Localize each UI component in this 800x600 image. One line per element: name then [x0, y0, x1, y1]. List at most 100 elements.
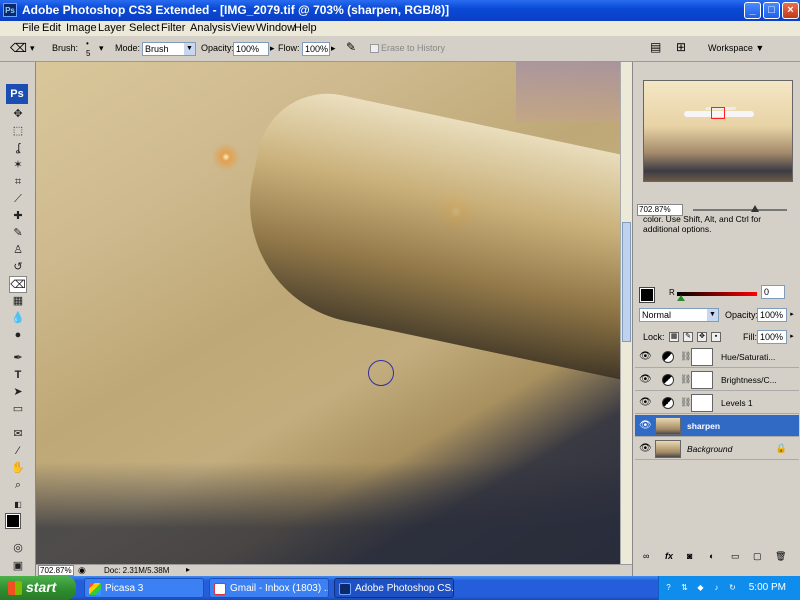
menu-file[interactable]: File	[22, 22, 40, 34]
red-slider-thumb[interactable]	[677, 295, 685, 301]
visibility-eye-icon[interactable]: 👁	[639, 397, 652, 408]
update-icon[interactable]: ↻	[727, 582, 738, 593]
layer-opacity-chevron-icon[interactable]: ▸	[788, 309, 796, 321]
menu-edit[interactable]: Edit	[42, 22, 61, 34]
shape-tool-icon[interactable]: ▭	[9, 401, 27, 418]
navigator-zoom-slider[interactable]	[693, 209, 787, 211]
marquee-tool-icon[interactable]: ⬚	[9, 123, 27, 140]
mask-icon[interactable]: ◙	[687, 551, 692, 561]
fill-chevron-icon[interactable]: ▸	[788, 331, 796, 343]
hand-tool-icon[interactable]: ✋	[9, 460, 27, 477]
adjustment-icon[interactable]: ◐	[709, 551, 714, 561]
volume-icon[interactable]: ♪	[711, 582, 722, 593]
lock-pixels-icon[interactable]: ✎	[683, 332, 693, 342]
photoshop-logo[interactable]: Ps	[6, 84, 28, 104]
dodge-tool-icon[interactable]: ●	[9, 327, 27, 344]
workspace-menu[interactable]: Workspace ▼	[708, 43, 764, 53]
start-button[interactable]: start	[0, 576, 76, 600]
layer-mask-thumbnail[interactable]	[691, 371, 713, 389]
task-gmail[interactable]: Gmail - Inbox (1803) ...	[209, 578, 329, 598]
layer-opacity-input[interactable]: 100%	[757, 308, 787, 322]
default-colors-icon[interactable]: ◧	[9, 496, 27, 513]
scrollbar-thumb[interactable]	[622, 222, 631, 342]
crop-tool-icon[interactable]: ⌗	[9, 174, 27, 191]
folder-icon[interactable]: ▭	[731, 551, 740, 562]
layer-row-sharpen[interactable]: 👁 sharpen	[635, 415, 799, 437]
brush-picker-chevron-icon[interactable]: ▾	[99, 43, 104, 54]
status-zoom-field[interactable]: 702.87%	[38, 565, 74, 576]
mode-select[interactable]: Brush ▼	[142, 42, 196, 56]
layer-row-levels[interactable]: 👁 ⛓ Levels 1	[635, 392, 799, 414]
layer-row-hue-saturation[interactable]: 👁 ⛓ Hue/Saturati...	[635, 346, 799, 368]
status-info-icon[interactable]: ◉	[78, 565, 86, 576]
navigator-preview[interactable]	[643, 80, 793, 182]
erase-history-checkbox[interactable]	[370, 44, 379, 53]
menu-window[interactable]: Window	[256, 22, 295, 34]
brush-tool-icon[interactable]: ✎	[9, 225, 27, 242]
blend-mode-select[interactable]: Normal ▼	[639, 308, 719, 322]
foreground-color-swatch[interactable]	[5, 513, 21, 529]
layer-row-background[interactable]: 👁 Background 🔒	[635, 438, 799, 460]
color-panel-foreground-swatch[interactable]	[639, 287, 655, 303]
bridge-icon[interactable]: ⊞	[676, 40, 686, 54]
chain-link-icon[interactable]: ⛓	[680, 397, 691, 408]
clone-stamp-tool-icon[interactable]: ♙	[9, 242, 27, 259]
magic-wand-tool-icon[interactable]: ✶	[9, 157, 27, 174]
red-channel-input[interactable]: 0	[761, 285, 785, 299]
help-icon[interactable]: ?	[663, 582, 674, 593]
vertical-scrollbar[interactable]	[620, 62, 632, 564]
maximize-button[interactable]: □	[763, 2, 780, 19]
fill-input[interactable]: 100%	[757, 330, 787, 344]
minimize-button[interactable]: _	[744, 2, 761, 19]
layer-mask-thumbnail[interactable]	[691, 348, 713, 366]
menu-layer[interactable]: Layer	[98, 22, 126, 34]
task-picasa[interactable]: Picasa 3	[84, 578, 204, 598]
link-icon[interactable]: ∞	[643, 551, 649, 561]
pen-tool-icon[interactable]: ✒	[9, 350, 27, 367]
visibility-eye-icon[interactable]: 👁	[639, 420, 652, 431]
lasso-tool-icon[interactable]: ʆ	[9, 140, 27, 157]
visibility-eye-icon[interactable]: 👁	[639, 351, 652, 362]
airbrush-icon[interactable]: ✎	[346, 40, 356, 54]
fx-icon[interactable]: fx	[665, 551, 673, 561]
flow-chevron-icon[interactable]: ▸	[331, 43, 336, 54]
navigator-view-box[interactable]	[711, 107, 725, 119]
blur-tool-icon[interactable]: 💧	[9, 310, 27, 327]
network-icon[interactable]: ⇅	[679, 582, 690, 593]
flow-input[interactable]: 100%	[302, 42, 330, 56]
red-channel-slider[interactable]	[677, 292, 757, 296]
status-menu-chevron-icon[interactable]: ▸	[186, 565, 190, 574]
new-layer-icon[interactable]: ▢	[753, 551, 762, 562]
notes-tool-icon[interactable]: ✉	[9, 426, 27, 443]
opacity-chevron-icon[interactable]: ▸	[270, 43, 275, 54]
opacity-input[interactable]: 100%	[233, 42, 269, 56]
menu-filter[interactable]: Filter	[161, 22, 185, 34]
close-button[interactable]: ×	[782, 2, 799, 19]
slice-tool-icon[interactable]: ⟋	[9, 191, 27, 208]
task-photoshop[interactable]: Adobe Photoshop CS...	[334, 578, 454, 598]
lock-position-icon[interactable]: ✥	[697, 332, 707, 342]
palette-well-icon[interactable]: ▤	[650, 40, 661, 54]
move-tool-icon[interactable]: ✥	[9, 106, 27, 123]
history-brush-tool-icon[interactable]: ↺	[9, 259, 27, 276]
menu-select[interactable]: Select	[129, 22, 160, 34]
type-tool-icon[interactable]: T	[9, 367, 27, 384]
menu-help[interactable]: Help	[294, 22, 317, 34]
menu-image[interactable]: Image	[66, 22, 97, 34]
trash-icon[interactable]: 🗑	[775, 551, 786, 562]
chain-link-icon[interactable]: ⛓	[680, 351, 691, 362]
screen-mode-icon[interactable]: ▣	[9, 558, 27, 575]
document-canvas[interactable]	[36, 62, 620, 564]
eraser-icon[interactable]: ⌫	[10, 41, 27, 55]
menu-view[interactable]: View	[231, 22, 255, 34]
visibility-eye-icon[interactable]: 👁	[639, 443, 652, 454]
layer-mask-thumbnail[interactable]	[691, 394, 713, 412]
gradient-tool-icon[interactable]: ▦	[9, 293, 27, 310]
lock-all-icon[interactable]: ▪	[711, 332, 721, 342]
antivirus-icon[interactable]: ◆	[695, 582, 706, 593]
quick-mask-icon[interactable]: ◎	[9, 540, 27, 557]
lock-transparency-icon[interactable]: ▦	[669, 332, 679, 342]
chain-link-icon[interactable]: ⛓	[680, 374, 691, 385]
eyedropper-tool-icon[interactable]: ⁄	[9, 443, 27, 460]
window-title-bar[interactable]: Ps Adobe Photoshop CS3 Extended - [IMG_2…	[0, 0, 800, 21]
